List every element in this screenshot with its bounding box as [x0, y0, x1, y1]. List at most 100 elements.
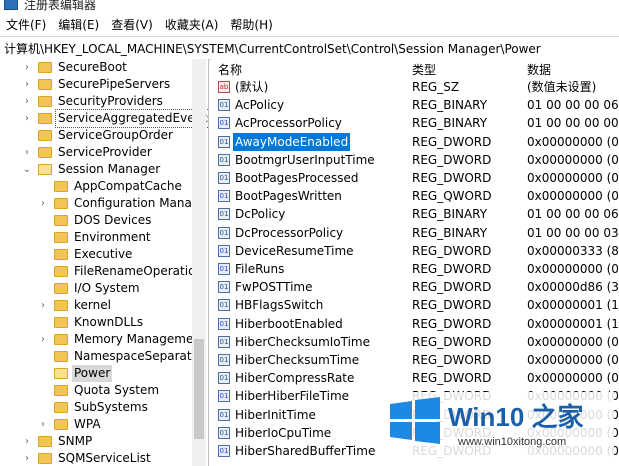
tree-scrollbar-thumb[interactable]: [194, 339, 204, 439]
value-row[interactable]: 01 BootPagesProcessed REG_DWORD 0x00000000 …: [211, 169, 619, 187]
address-bar[interactable]: 计算机\HKEY_LOCAL_MACHINE\SYSTEM\CurrentCon…: [0, 36, 619, 60]
value-data: 01 00 00 00 00 0: [527, 116, 619, 131]
value-name: BootPagesWritten: [235, 189, 342, 204]
binary-value-icon: 01: [218, 408, 230, 421]
value-name: FwPOSTTime: [235, 280, 313, 295]
value-data: 01 00 00 00 03 0: [527, 225, 619, 240]
folder-icon: [54, 198, 68, 209]
value-row[interactable]: 01 AcProcessorPolicy REG_BINARY 01 00 00 00…: [211, 114, 619, 132]
menu-file[interactable]: 文件(F): [0, 14, 52, 36]
chevron-right-icon[interactable]: ›: [22, 450, 32, 466]
value-data: 0x00000000 (0): [527, 371, 619, 386]
binary-value-icon: 01: [218, 372, 230, 385]
value-type: REG_BINARY: [412, 116, 488, 131]
tree-node-label: Configuration Manag: [74, 196, 200, 210]
chevron-right-icon[interactable]: ›: [22, 433, 32, 450]
value-row[interactable]: 01 HiberChecksumIoTime REG_DWORD 0x00000000…: [211, 333, 619, 351]
chevron-right-icon[interactable]: ›: [38, 297, 48, 314]
value-type: REG_DWORD: [412, 262, 492, 276]
chevron-right-icon[interactable]: ›: [22, 144, 32, 161]
address-path[interactable]: 计算机\HKEY_LOCAL_MACHINE\SYSTEM\CurrentCon…: [4, 40, 541, 57]
tree-node-label: SecureBoot: [58, 60, 127, 74]
folder-icon: [54, 283, 68, 294]
value-type: REG_DWORD: [412, 243, 492, 258]
tree-node-label: ServiceAggregatedEvents: [54, 109, 208, 128]
value-row[interactable]: 01 BootPagesWritten REG_QWORD 0x00000000 (0…: [211, 187, 619, 205]
tree-node-label: SNMP: [58, 434, 93, 448]
chevron-right-icon[interactable]: ›: [38, 416, 48, 433]
menu-view[interactable]: 查看(V): [105, 14, 159, 36]
folder-icon: [54, 300, 68, 311]
binary-value-icon: 01: [218, 99, 230, 112]
folder-icon: [38, 436, 52, 447]
tree-scrollbar[interactable]: [192, 59, 206, 466]
tree-node-label: WPA: [74, 417, 101, 431]
value-type: REG_DWORD: [412, 152, 492, 167]
menu-edit[interactable]: 编辑(E): [52, 14, 105, 36]
menu-help[interactable]: 帮助(H): [224, 14, 278, 36]
menu-favorites[interactable]: 收藏夹(A): [159, 14, 225, 36]
value-type: REG_DWORD: [412, 371, 492, 386]
value-row[interactable]: 01 AwayModeEnabled REG_DWORD 0x00000000 (0): [211, 132, 619, 151]
value-row[interactable]: 01 FileRuns REG_DWORD 0x00000000 (0): [211, 260, 619, 278]
folder-icon: [54, 266, 68, 277]
value-row[interactable]: 01 BootmgrUserInputTime REG_DWORD 0x0000000…: [211, 151, 619, 169]
key-tree-pane: › SecureBoot › SecurePipeServers › SecurityPr…: [0, 59, 209, 466]
binary-value-icon: 01: [218, 208, 230, 221]
folder-icon: [38, 453, 52, 464]
chevron-down-icon[interactable]: ⌄: [22, 161, 32, 178]
value-name: DeviceResumeTime: [235, 243, 354, 258]
value-row[interactable]: 01 HiberChecksumTime REG_DWORD 0x00000000 (…: [211, 351, 619, 369]
value-row[interactable]: 01 HiberbootEnabled REG_DWORD 0x00000001 (1…: [211, 315, 619, 333]
windows-logo-icon: [390, 397, 440, 444]
value-name: HBFlagsSwitch: [235, 298, 324, 313]
chevron-right-icon[interactable]: ›: [22, 76, 32, 93]
column-header-data[interactable]: 数据: [527, 61, 551, 78]
chevron-right-icon[interactable]: ›: [38, 331, 48, 348]
watermark-url: www.win10xitong.com: [458, 436, 567, 448]
binary-value-icon: 01: [218, 390, 230, 403]
folder-icon: [54, 181, 68, 192]
watermark: Win10 之家 www.win10xitong.com: [388, 392, 614, 460]
value-row[interactable]: 01 AcPolicy REG_BINARY 01 00 00 00 06 0: [211, 96, 619, 114]
folder-icon: [38, 79, 52, 90]
binary-value-icon: 01: [218, 172, 230, 184]
tree-node-label: DOS Devices: [74, 213, 152, 227]
tree-node-label: SQMServiceList: [58, 451, 151, 465]
value-data: (数值未设置): [527, 80, 597, 94]
value-row[interactable]: 01 HiberCompressRate REG_DWORD 0x00000000 (…: [211, 369, 619, 387]
tree-node-label: I/O System: [74, 281, 140, 295]
chevron-right-icon[interactable]: ›: [22, 93, 32, 110]
value-data: 0x00000000 (0): [527, 152, 619, 167]
value-type: REG_BINARY: [412, 207, 488, 222]
chevron-right-icon[interactable]: ›: [22, 59, 32, 76]
folder-icon: [38, 62, 52, 73]
chevron-right-icon[interactable]: ›: [22, 110, 32, 127]
column-header-type[interactable]: 类型: [412, 61, 436, 78]
value-row[interactable]: ab (默认) REG_SZ (数值未设置): [211, 78, 619, 96]
tree-node-label: ServiceGroupOrder: [58, 128, 173, 142]
value-data: 0x00000333 (819: [527, 243, 619, 258]
binary-value-icon: 01: [218, 426, 230, 439]
value-row[interactable]: 01 HBFlagsSwitch REG_DWORD 0x00000001 (1): [211, 296, 619, 314]
value-row[interactable]: 01 DcPolicy REG_BINARY 01 00 00 00 06 0: [211, 205, 619, 223]
binary-value-icon: 01: [218, 153, 230, 166]
binary-value-icon: 01: [218, 335, 230, 348]
value-row[interactable]: 01 DcProcessorPolicy REG_BINARY 01 00 00 00…: [211, 224, 619, 242]
value-type: REG_DWORD: [412, 316, 492, 331]
tree-node-label: KnownDLLs: [74, 315, 144, 329]
column-header-name[interactable]: 名称: [218, 61, 242, 78]
value-name: HiberIoCpuTime: [235, 425, 332, 440]
tree-node-label: Session Manager: [58, 162, 161, 176]
chevron-right-icon[interactable]: ›: [38, 195, 48, 212]
value-row[interactable]: 01 DeviceResumeTime REG_DWORD 0x00000333 (8…: [211, 242, 619, 260]
value-data: 0x00000d86 (346: [527, 280, 619, 295]
value-type: REG_BINARY: [412, 225, 488, 240]
binary-value-icon: 01: [218, 445, 230, 457]
value-row[interactable]: 01 FwPOSTTime REG_DWORD 0x00000d86 (346: [211, 278, 619, 296]
